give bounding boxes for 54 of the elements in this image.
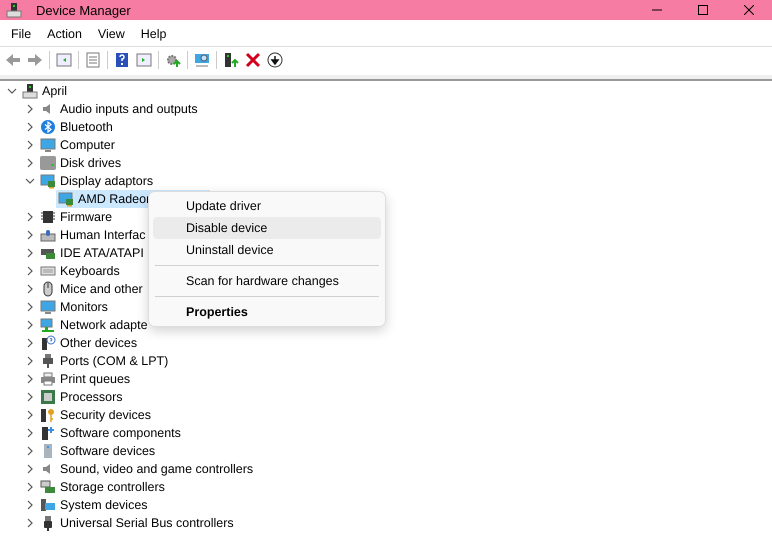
storage-controller-icon [40, 479, 56, 495]
tree-item[interactable]: Bluetooth [38, 118, 117, 136]
tree-item[interactable]: Software devices [38, 442, 160, 460]
key-icon [40, 407, 56, 423]
chip-icon [40, 209, 56, 225]
tree-item[interactable]: Sound, video and game controllers [38, 460, 258, 478]
tree-item[interactable]: April [20, 82, 72, 100]
tree-item[interactable]: Processors [38, 388, 127, 406]
printer-icon [40, 371, 56, 387]
monitor-icon [40, 299, 56, 315]
tree-item[interactable]: Audio inputs and outputs [38, 100, 202, 118]
tree-item[interactable]: Disk drives [38, 154, 126, 172]
context-menu-item[interactable]: Scan for hardware changes [153, 270, 381, 292]
network-icon [40, 317, 56, 333]
keyboard-mouse-icon [40, 227, 56, 243]
bluetooth-icon [40, 119, 56, 135]
tree-item[interactable]: Mice and other [38, 280, 147, 298]
close-icon[interactable] [744, 5, 754, 15]
monitor-icon [40, 137, 56, 153]
tree-item[interactable]: Print queues [38, 370, 134, 388]
context-menu-item[interactable]: Properties [153, 301, 381, 323]
computer-icon [40, 497, 56, 513]
tree-item[interactable]: IDE ATA/ATAPI [38, 244, 148, 262]
tree-item[interactable]: Software components [38, 424, 185, 442]
menu-item[interactable]: Help [134, 25, 174, 43]
tree-item[interactable]: Other devices [38, 334, 142, 352]
tree-item[interactable]: Storage controllers [38, 478, 169, 496]
tree-item[interactable]: Computer [38, 136, 119, 154]
display-card-icon [58, 191, 74, 207]
tree-item[interactable]: Security devices [38, 406, 156, 424]
tree-item[interactable]: Universal Serial Bus controllers [38, 514, 238, 532]
app-icon [6, 2, 22, 18]
tree-item[interactable]: Display adaptors [38, 172, 158, 190]
tree-item[interactable]: Keyboards [38, 262, 124, 280]
tree-item[interactable]: Human Interfac [38, 226, 150, 244]
menu-item[interactable]: Action [40, 25, 89, 43]
tree-item[interactable]: Network adapte [38, 316, 152, 334]
connector-icon [40, 353, 56, 369]
display-card-icon [40, 173, 56, 189]
tree-item[interactable]: Firmware [38, 208, 116, 226]
tree-item[interactable]: Ports (COM & LPT) [38, 352, 172, 370]
tree-item[interactable]: Monitors [38, 298, 112, 316]
unknown-device-icon [40, 335, 56, 351]
tree-item[interactable]: System devices [38, 496, 152, 514]
window-title: Device Manager [36, 2, 131, 18]
component-icon [40, 425, 56, 441]
computer-icon [22, 83, 38, 99]
maximize-icon[interactable] [698, 5, 708, 15]
context-menu-item[interactable]: Disable device [153, 217, 381, 239]
context-menu-item[interactable]: Uninstall device [153, 239, 381, 261]
disk-drive-icon [40, 155, 56, 171]
processor-icon [40, 389, 56, 405]
menu-item[interactable]: View [90, 25, 132, 43]
menu-item[interactable]: File [4, 25, 38, 43]
